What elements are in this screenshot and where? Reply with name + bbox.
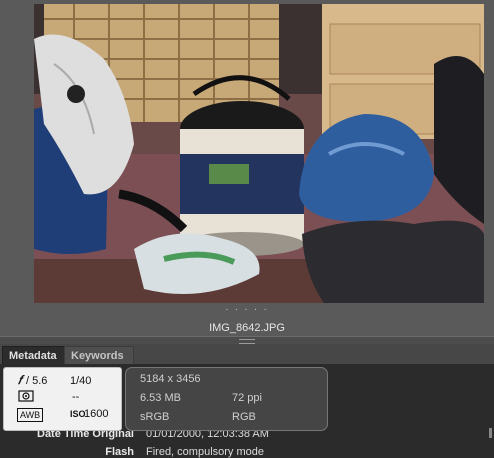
tab-metadata[interactable]: Metadata <box>2 346 69 365</box>
photo-preview[interactable] <box>34 4 484 303</box>
field-label: Flash <box>105 446 134 458</box>
file-name: IMG_8642.JPG <box>209 322 285 334</box>
image-dimensions: 5184 x 3456 <box>140 373 201 385</box>
panel-tabs: Metadata Keywords <box>0 344 494 365</box>
color-profile: sRGB <box>140 411 170 423</box>
tab-keywords[interactable]: Keywords <box>64 346 134 365</box>
resolution: 72 ppi <box>232 392 262 404</box>
file-properties-box: 5184 x 3456 6.53 MB 72 ppi sRGB RGB <box>125 367 328 431</box>
metering-icon <box>18 390 34 405</box>
aperture-icon: 𝑓 <box>18 373 22 387</box>
shutter-speed: 1/40 <box>70 375 92 387</box>
preview-area: . . . . . IMG_8642.JPG <box>0 0 494 340</box>
color-mode: RGB <box>232 411 256 423</box>
white-balance-icon: AWB <box>17 408 44 422</box>
field-value: Fired, compulsory mode <box>146 446 264 458</box>
scrollbar-thumb[interactable] <box>489 428 492 438</box>
exposure-compensation: -- <box>72 391 80 403</box>
thumbnail-dots: . . . . . <box>225 302 269 313</box>
aperture-value: / 5.6 <box>26 375 48 387</box>
file-size: 6.53 MB <box>140 392 181 404</box>
camera-data-box: 𝑓 / 5.6 1/40 -- AWB ISO 1600 <box>3 367 122 431</box>
iso-value: 1600 <box>84 408 109 420</box>
